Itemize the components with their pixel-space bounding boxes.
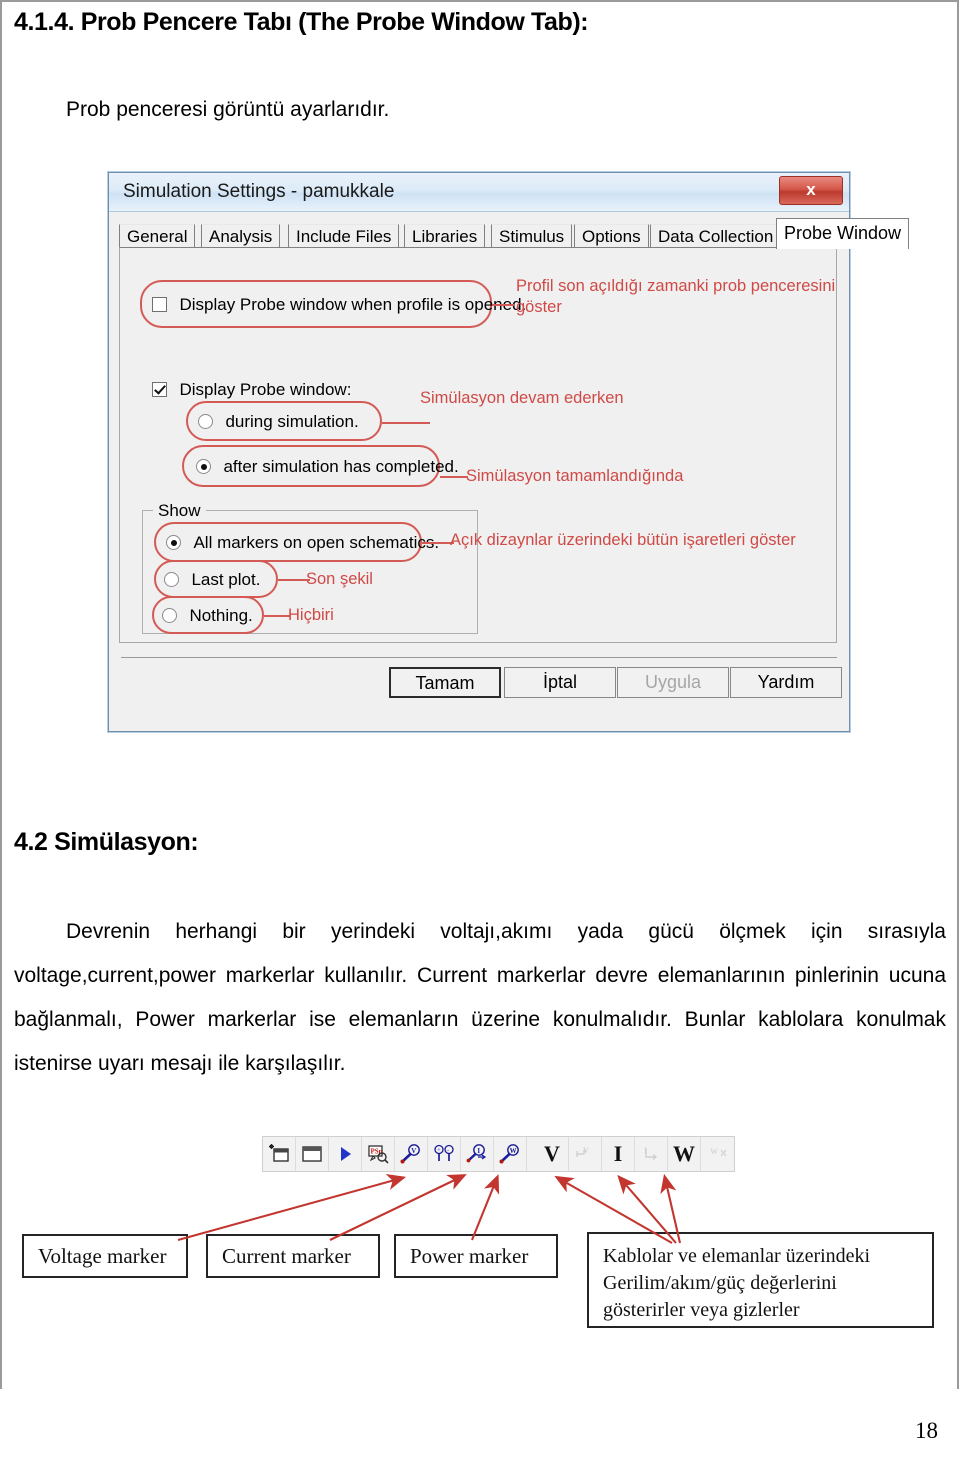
intro-paragraph: Prob penceresi görüntü ayarlarıdır. bbox=[66, 98, 390, 121]
tab-options[interactable]: Options bbox=[574, 224, 649, 248]
show-group-legend: Show bbox=[153, 501, 206, 521]
dialog-button-bar: Tamam İptal Uygula Yardım bbox=[109, 657, 849, 699]
annotation-open-profile: Profil son açıldığı zamanki prob pencere… bbox=[516, 277, 836, 316]
probe-window-panel: Display Probe window when profile is ope… bbox=[119, 247, 837, 643]
checkbox-display-probe-label: Display Probe window: bbox=[179, 380, 352, 399]
checkbox-open-profile-box[interactable] bbox=[152, 297, 167, 312]
view-simulation-results-icon[interactable]: PSp bbox=[362, 1137, 395, 1171]
section-heading-42: 4.2 Simülasyon: bbox=[14, 828, 199, 856]
svg-text:-: - bbox=[447, 1148, 449, 1154]
cancel-button[interactable]: İptal bbox=[504, 667, 616, 698]
show-current-icon[interactable]: I bbox=[602, 1137, 635, 1171]
show-current-glyph: I bbox=[613, 1141, 623, 1166]
tab-general[interactable]: General bbox=[119, 224, 196, 248]
dialog-title-bar: Simulation Settings - pamukkale x bbox=[109, 173, 849, 212]
radio-during-simulation[interactable]: during simulation. bbox=[198, 412, 359, 432]
svg-text:PSp: PSp bbox=[371, 1148, 383, 1156]
edit-simulation-profile-icon[interactable] bbox=[296, 1137, 329, 1171]
simulation-paragraph: Devrenin herhangi bir yerindeki voltajı,… bbox=[14, 920, 946, 1075]
tab-analysis[interactable]: Analysis bbox=[201, 224, 281, 248]
radio-during-simulation-label: during simulation. bbox=[225, 412, 359, 431]
svg-text:I: I bbox=[477, 1147, 480, 1155]
svg-text:W: W bbox=[710, 1147, 718, 1156]
annotation-after-simulation: Simülasyon tamamlandığında bbox=[466, 467, 684, 485]
tab-stimulus[interactable]: Stimulus bbox=[491, 224, 573, 248]
radio-after-simulation-label: after simulation has completed. bbox=[223, 457, 459, 476]
show-voltage-differential-icon: V bbox=[569, 1137, 602, 1171]
tab-probe-window[interactable]: Probe Window bbox=[776, 218, 910, 249]
annotation-during-simulation: Simülasyon devam ederken bbox=[420, 389, 624, 407]
help-button[interactable]: Yardım bbox=[730, 667, 842, 698]
run-simulation-icon[interactable] bbox=[329, 1137, 362, 1171]
apply-button: Uygula bbox=[617, 667, 729, 698]
checkbox-display-probe[interactable]: Display Probe window: bbox=[152, 380, 351, 400]
tab-libraries[interactable]: Libraries bbox=[404, 224, 486, 248]
show-voltage-glyph: V bbox=[544, 1141, 560, 1166]
radio-nothing-dot[interactable] bbox=[162, 608, 177, 623]
dialog-tab-strip: General Analysis Include Files Libraries… bbox=[119, 218, 910, 249]
current-marker-icon[interactable]: I bbox=[461, 1137, 494, 1171]
power-marker-icon[interactable]: W bbox=[494, 1137, 527, 1171]
checkbox-display-probe-box[interactable] bbox=[152, 382, 167, 397]
page-title: 4.1.4. Prob Pencere Tabı (The Probe Wind… bbox=[14, 8, 589, 36]
show-power-glyph: W bbox=[673, 1141, 695, 1166]
annotation-leader-during bbox=[382, 422, 430, 424]
radio-nothing-label: Nothing. bbox=[189, 606, 253, 625]
radio-all-markers-label: All markers on open schematics. bbox=[193, 533, 440, 552]
annotation-nothing: Hiçbiri bbox=[288, 606, 334, 624]
power-marker-label: Power marker bbox=[394, 1234, 558, 1278]
svg-text:W: W bbox=[510, 1147, 517, 1155]
radio-all-markers[interactable]: All markers on open schematics. bbox=[166, 533, 439, 553]
hide-values-icon: W bbox=[701, 1137, 734, 1171]
toolbar-separator bbox=[527, 1137, 536, 1171]
radio-nothing[interactable]: Nothing. bbox=[162, 606, 253, 626]
new-simulation-profile-icon[interactable] bbox=[263, 1137, 296, 1171]
radio-during-simulation-dot[interactable] bbox=[198, 414, 213, 429]
radio-after-simulation-dot[interactable] bbox=[196, 459, 211, 474]
tab-data-collection[interactable]: Data Collection bbox=[650, 224, 782, 248]
annotation-last-plot: Son şekil bbox=[306, 570, 373, 588]
radio-last-plot-dot[interactable] bbox=[164, 572, 179, 587]
radio-last-plot-label: Last plot. bbox=[191, 570, 261, 589]
voltage-marker-label: Voltage marker bbox=[22, 1234, 188, 1278]
annotation-all-markers: Açık dizaynlar üzerindeki bütün işaretle… bbox=[450, 531, 796, 549]
voltage-differential-marker-icon[interactable]: + - bbox=[428, 1137, 461, 1171]
ok-button[interactable]: Tamam bbox=[389, 667, 501, 698]
radio-last-plot[interactable]: Last plot. bbox=[164, 570, 260, 590]
show-voltage-icon[interactable]: V bbox=[536, 1137, 569, 1171]
close-icon[interactable]: x bbox=[779, 176, 843, 205]
radio-after-simulation[interactable]: after simulation has completed. bbox=[196, 457, 459, 477]
voltage-level-marker-icon[interactable]: V bbox=[395, 1137, 428, 1171]
button-bar-divider bbox=[121, 657, 837, 658]
show-current-direction-icon: I bbox=[635, 1137, 668, 1171]
values-description-box: Kablolar ve elemanlar üzerindeki Gerilim… bbox=[587, 1232, 934, 1328]
simulation-settings-dialog: Simulation Settings - pamukkale x Genera… bbox=[108, 172, 910, 732]
checkbox-open-profile[interactable]: Display Probe window when profile is ope… bbox=[152, 295, 526, 315]
page-number: 18 bbox=[915, 1418, 938, 1443]
dialog-title: Simulation Settings - pamukkale bbox=[123, 181, 395, 202]
checkbox-open-profile-label: Display Probe window when profile is ope… bbox=[179, 295, 527, 314]
current-marker-label: Current marker bbox=[206, 1234, 380, 1278]
tab-include-files[interactable]: Include Files bbox=[288, 224, 400, 248]
show-power-icon[interactable]: W bbox=[668, 1137, 701, 1171]
svg-text:V: V bbox=[411, 1147, 416, 1155]
pspice-marker-toolbar: PSp V + - I W V V I I W W bbox=[262, 1136, 735, 1172]
radio-all-markers-dot[interactable] bbox=[166, 535, 181, 550]
